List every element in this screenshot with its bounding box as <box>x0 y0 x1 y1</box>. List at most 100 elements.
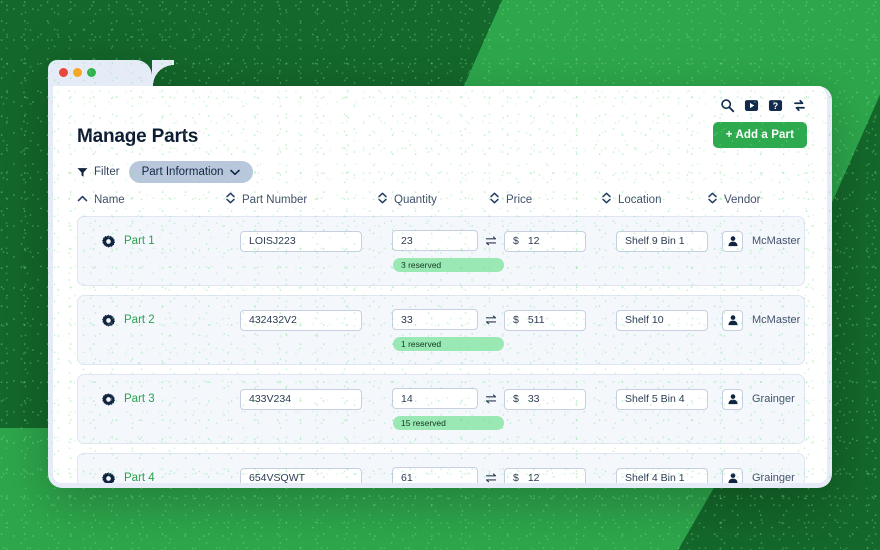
gear-icon[interactable] <box>102 392 115 406</box>
filter-chip-part-information[interactable]: Part Information <box>128 161 254 183</box>
gear-icon[interactable] <box>102 234 115 248</box>
part-name-label: Part 3 <box>124 393 155 405</box>
column-header-price[interactable]: Price <box>489 192 601 207</box>
price-currency-symbol: $ <box>513 235 519 247</box>
add-a-part-button[interactable]: + Add a Part <box>712 122 807 148</box>
part-number-input[interactable]: 433V234 <box>240 388 362 410</box>
column-header-part_number[interactable]: Part Number <box>225 192 377 207</box>
window-minimize-button[interactable] <box>73 68 82 77</box>
search-icon[interactable] <box>720 98 735 113</box>
part-name-cell: Part 1 <box>92 230 240 252</box>
vendor-cell: McMaster <box>722 309 800 331</box>
filter-button[interactable]: Filter <box>77 166 120 178</box>
window-body: ? + Add a Part Manage Parts Filter Part … <box>48 86 832 488</box>
price-currency-symbol: $ <box>513 314 519 326</box>
column-header-label: Quantity <box>394 193 437 206</box>
part-name-cell: Part 2 <box>92 309 240 331</box>
part-number-cell: 432432V2 <box>240 309 392 331</box>
sync-icon[interactable] <box>792 98 807 113</box>
table-row[interactable]: Part 4 654VSQWT 61 $12 Shelf 4 Bin 1 Grainger <box>77 453 805 483</box>
quantity-input[interactable]: 23 <box>392 230 478 251</box>
page-title: Manage Parts <box>77 126 199 147</box>
price-currency-symbol: $ <box>513 393 519 405</box>
part-number-input[interactable]: 432432V2 <box>240 309 362 331</box>
quantity-input[interactable]: 33 <box>392 309 478 330</box>
filter-row: Filter Part Information <box>77 161 254 183</box>
quantity-cell: 23 3 reserved <box>392 230 504 272</box>
quantity-cell: 14 15 reserved <box>392 388 504 430</box>
transfer-icon[interactable] <box>485 235 497 247</box>
column-header-location[interactable]: Location <box>601 192 707 207</box>
window-maximize-button[interactable] <box>87 68 96 77</box>
column-header-label: Location <box>618 193 662 206</box>
price-cell: $12 <box>504 230 616 252</box>
location-cell: Shelf 5 Bin 4 <box>616 388 722 410</box>
table-row[interactable]: Part 1 LOISJ223 23 3 reserved $12 Shelf 9 Bin… <box>77 216 805 286</box>
window-close-button[interactable] <box>59 68 68 77</box>
location-cell: Shelf 4 Bin 1 <box>616 467 722 483</box>
quantity-input[interactable]: 14 <box>392 388 478 409</box>
transfer-icon[interactable] <box>485 314 497 326</box>
column-header-label: Name <box>94 193 125 206</box>
location-input[interactable]: Shelf 5 Bin 4 <box>616 388 708 410</box>
price-input[interactable]: $12 <box>504 230 586 252</box>
table-header: Name Part Number Quantity Price Location Vend… <box>77 192 805 216</box>
table-body: Part 1 LOISJ223 23 3 reserved $12 Shelf 9 Bin… <box>77 216 805 483</box>
column-header-label: Vendor <box>724 193 761 206</box>
column-header-name[interactable]: Name <box>77 194 225 206</box>
part-name-label: Part 2 <box>124 314 155 326</box>
part-name-label: Part 4 <box>124 472 155 483</box>
vendor-avatar[interactable] <box>722 309 743 331</box>
location-input[interactable]: Shelf 9 Bin 1 <box>616 230 708 252</box>
quantity-input[interactable]: 61 <box>392 467 478 483</box>
app-content: ? + Add a Part Manage Parts Filter Part … <box>53 86 827 483</box>
page-background: ? + Add a Part Manage Parts Filter Part … <box>0 0 880 550</box>
location-cell: Shelf 10 <box>616 309 722 331</box>
price-input[interactable]: $33 <box>504 388 586 410</box>
reserved-badge: 15 reserved <box>393 416 504 430</box>
svg-text:?: ? <box>773 101 778 111</box>
transfer-icon[interactable] <box>485 393 497 405</box>
part-name-label: Part 1 <box>124 235 155 247</box>
part-number-cell: 654VSQWT <box>240 467 392 483</box>
quantity-cell: 33 1 reserved <box>392 309 504 351</box>
reserved-badge: 1 reserved <box>393 337 504 351</box>
price-input[interactable]: $12 <box>504 467 586 483</box>
table-row[interactable]: Part 3 433V234 14 15 reserved $33 Shelf 5 Bin… <box>77 374 805 444</box>
gear-icon[interactable] <box>102 313 115 327</box>
filter-icon <box>77 167 88 178</box>
part-name-cell: Part 4 <box>92 467 240 483</box>
help-icon[interactable]: ? <box>768 98 783 113</box>
price-cell: $511 <box>504 309 616 331</box>
transfer-icon[interactable] <box>485 472 497 484</box>
location-input[interactable]: Shelf 4 Bin 1 <box>616 467 708 483</box>
vendor-cell: Grainger <box>722 467 795 483</box>
part-number-input[interactable]: 654VSQWT <box>240 467 362 483</box>
column-header-vendor[interactable]: Vendor <box>707 192 805 207</box>
vendor-avatar[interactable] <box>722 230 743 252</box>
vendor-name-label: McMaster <box>752 235 801 247</box>
price-value: 12 <box>527 235 540 247</box>
part-number-input[interactable]: LOISJ223 <box>240 230 362 252</box>
reserved-badge: 3 reserved <box>393 258 504 272</box>
video-icon[interactable] <box>744 98 759 113</box>
table-row[interactable]: Part 2 432432V2 33 1 reserved $511 Shelf 10 Mc… <box>77 295 805 365</box>
chevron-down-icon <box>230 169 241 176</box>
vendor-avatar[interactable] <box>722 388 743 410</box>
gear-icon[interactable] <box>102 471 115 483</box>
price-value: 511 <box>527 314 545 326</box>
price-input[interactable]: $511 <box>504 309 586 331</box>
sort-toggle-icon <box>489 192 500 207</box>
sort-toggle-icon <box>601 192 612 207</box>
window-titlebar <box>48 60 832 86</box>
price-currency-symbol: $ <box>513 472 519 483</box>
part-number-cell: 433V234 <box>240 388 392 410</box>
location-input[interactable]: Shelf 10 <box>616 309 708 331</box>
vendor-name-label: Grainger <box>752 393 795 405</box>
column-header-quantity[interactable]: Quantity <box>377 192 489 207</box>
vendor-avatar[interactable] <box>722 467 743 483</box>
vendor-cell: Grainger <box>722 388 795 410</box>
price-value: 12 <box>527 472 540 483</box>
filter-label: Filter <box>94 166 120 178</box>
column-header-label: Price <box>506 193 533 206</box>
